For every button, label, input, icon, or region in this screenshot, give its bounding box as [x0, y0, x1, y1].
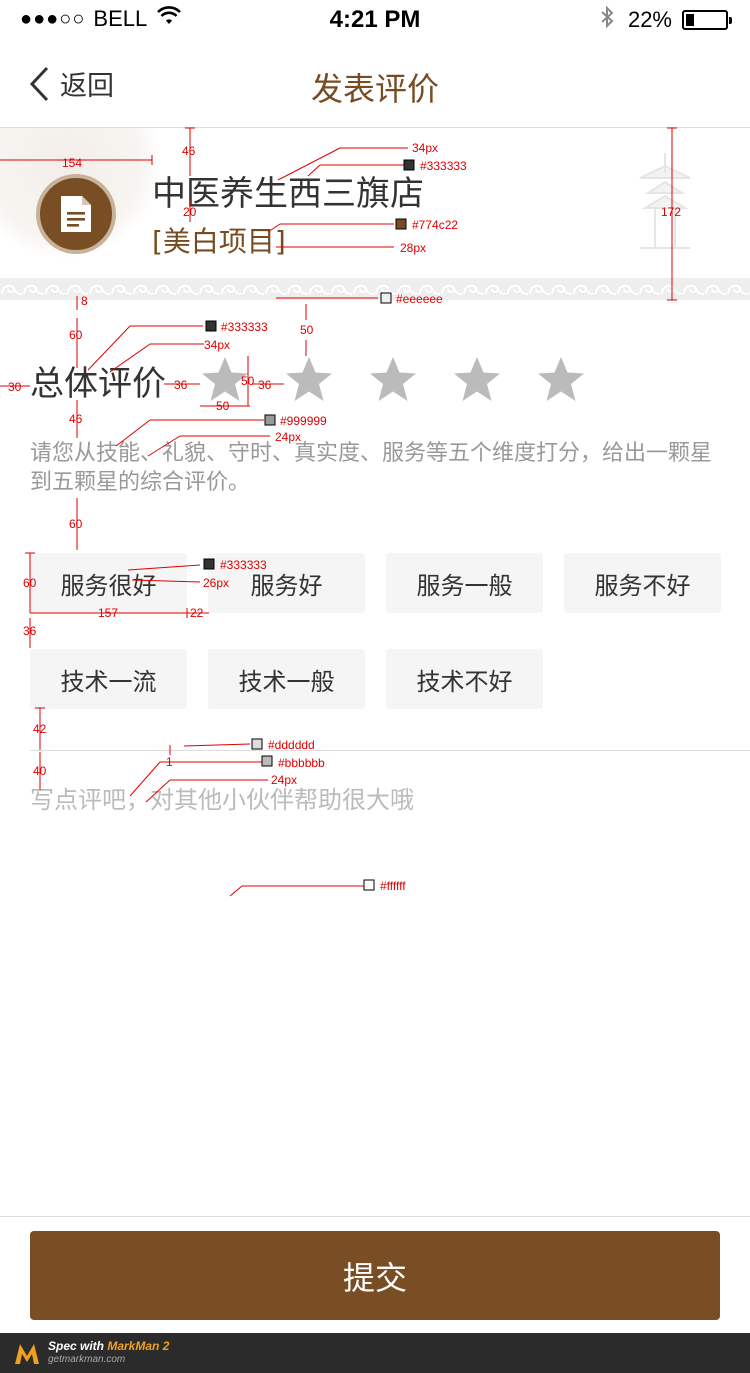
markman-footer: Spec with MarkMan 2 getmarkman.com [0, 1333, 750, 1373]
bluetooth-icon [600, 5, 614, 34]
nav-bar: 返回 发表评价 [0, 42, 750, 128]
overall-rating: 总体评价 [30, 355, 584, 405]
star-3[interactable] [368, 355, 418, 405]
spec-label: #bbbbbb [278, 756, 325, 770]
star-icon [286, 357, 332, 401]
spec-label: 60 [69, 517, 83, 531]
star-icon [202, 357, 248, 401]
tag-button[interactable]: 服务很好 [30, 553, 187, 613]
shop-service: [美白项目] [152, 225, 286, 258]
star-icon [454, 357, 500, 401]
footer-text: Spec with MarkMan 2 getmarkman.com [48, 1340, 169, 1366]
star-4[interactable] [452, 355, 502, 405]
bottom-divider [0, 1216, 750, 1217]
page-title: 发表评价 [310, 70, 439, 108]
footer-url: getmarkman.com [48, 1354, 126, 1365]
footer-brand: MarkMan 2 [107, 1339, 170, 1353]
spec-label: #333333 [221, 320, 268, 334]
tag-button[interactable]: 服务一般 [386, 553, 543, 613]
rating-hint: 请您从技能、礼貌、守时、真实度、服务等五个维度打分，给出一颗星到五颗星的综合评价… [30, 441, 713, 495]
tag-button[interactable]: 服务不好 [564, 553, 721, 613]
tag-button[interactable]: 技术不好 [386, 649, 543, 709]
star-icon [370, 357, 416, 401]
battery-icon [682, 10, 732, 30]
status-right: 22% [600, 5, 732, 34]
submit-button[interactable]: 提交 [30, 1231, 720, 1320]
markman-logo-icon [15, 1344, 39, 1364]
spec-label: 42 [33, 722, 47, 736]
tag-button[interactable]: 技术一流 [30, 649, 187, 709]
star-icon [538, 357, 584, 401]
spec-label: 40 [33, 764, 47, 778]
spec-label: 1 [166, 755, 173, 769]
footer-prefix: Spec with [48, 1339, 108, 1353]
spec-label: 36 [174, 378, 188, 392]
star-2[interactable] [284, 355, 334, 405]
wave-border [0, 278, 750, 300]
rating-label: 总体评价 [30, 363, 166, 404]
spec-label: 34px [204, 338, 230, 352]
shop-header: 中医养生西三旗店 [美白项目] [0, 128, 750, 300]
spec-label: 46 [69, 412, 83, 426]
spec-label: 60 [69, 328, 83, 342]
pagoda-decoration-icon [639, 153, 691, 249]
footer-line1: Spec with MarkMan 2 [48, 1340, 169, 1353]
star-5[interactable] [536, 355, 586, 405]
spec-label: 50 [300, 323, 314, 337]
status-bar: ●●●○○ BELL 4:21 PM 22% [0, 0, 750, 42]
shop-name: 中医养生西三旗店 [152, 174, 424, 214]
star-1[interactable] [200, 355, 250, 405]
tag-button[interactable]: 技术一般 [208, 649, 365, 709]
spec-label: #999999 [280, 414, 327, 428]
battery-fill [686, 14, 694, 26]
battery-percent: 22% [627, 7, 672, 32]
spec-label: 36 [23, 624, 37, 638]
document-icon [61, 196, 91, 232]
shop-avatar [36, 174, 116, 254]
star-rating [200, 355, 620, 405]
tag-button[interactable]: 服务好 [208, 553, 365, 613]
comment-input[interactable] [30, 780, 720, 1200]
spec-label: 30 [8, 380, 22, 394]
divider [30, 750, 750, 751]
spec-label: 22 [190, 606, 204, 620]
